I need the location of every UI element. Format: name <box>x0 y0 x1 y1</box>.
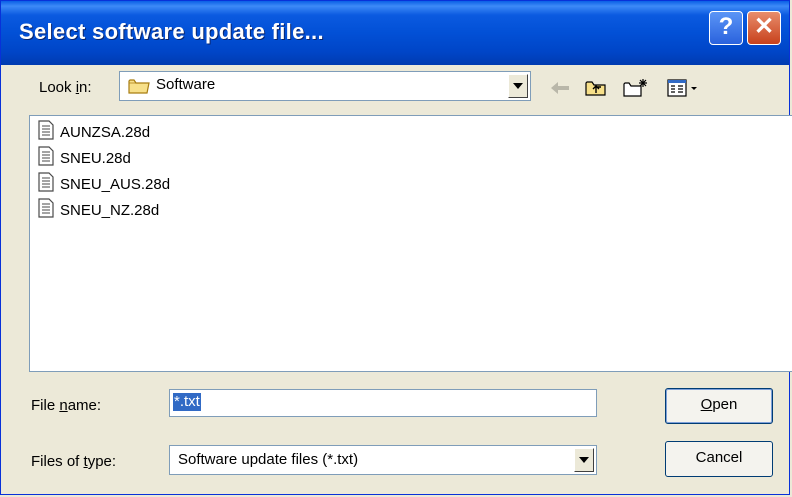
file-name: SNEU.28d <box>60 149 131 167</box>
file-name-input[interactable]: *.txt <box>169 389 597 417</box>
file-item-sneu[interactable]: SNEU.28d <box>38 146 131 170</box>
new-folder-icon[interactable] <box>623 75 649 101</box>
file-type-dropdown[interactable]: Software update files (*.txt) <box>169 445 597 475</box>
file-item-aunzsa[interactable]: AUNZSA.28d <box>38 120 151 144</box>
file-name-label-accel: n <box>59 397 68 414</box>
back-icon[interactable] <box>547 75 573 101</box>
open-button-label: pen <box>712 396 738 413</box>
look-in-label-pre: Look <box>39 79 76 96</box>
file-name: SNEU_NZ.28d <box>60 201 160 219</box>
open-button-accel: O <box>700 396 713 413</box>
look-in-label-post: n: <box>79 79 92 96</box>
file-item-sneu-nz[interactable]: SNEU_NZ.28d <box>38 198 160 222</box>
document-icon <box>38 198 54 222</box>
folder-icon <box>128 77 150 100</box>
file-dialog: Select software update file... ? ✕ Look … <box>0 0 792 495</box>
document-icon <box>38 172 54 196</box>
title-bar[interactable]: Select software update file... ? ✕ <box>1 1 789 65</box>
file-name-label: File name: <box>31 397 101 414</box>
file-type-label: Files of type: <box>31 453 116 470</box>
file-name-value: *.txt <box>173 393 201 411</box>
file-type-label-post: ype: <box>87 453 117 470</box>
look-in-value: Software <box>156 76 216 93</box>
cancel-button[interactable]: Cancel <box>665 441 773 477</box>
file-list[interactable]: AUNZSA.28d SNEU.28d SNEU_AUS.28d SNEU_NZ… <box>29 115 792 372</box>
file-name-label-post: ame: <box>67 397 102 414</box>
file-type-dropdown-arrow[interactable] <box>574 448 594 472</box>
file-name-label-pre: File <box>31 397 60 414</box>
help-button[interactable]: ? <box>709 11 743 45</box>
look-in-label: Look in: <box>39 79 92 96</box>
file-item-sneu-aus[interactable]: SNEU_AUS.28d <box>38 172 171 196</box>
document-icon <box>38 146 54 170</box>
open-button[interactable]: Open <box>665 388 773 424</box>
look-in-dropdown[interactable]: Software <box>119 71 531 101</box>
file-name: AUNZSA.28d <box>60 123 151 141</box>
close-button[interactable]: ✕ <box>747 11 781 45</box>
file-type-value: Software update files (*.txt) <box>178 451 359 468</box>
view-menu-icon[interactable] <box>665 75 705 101</box>
look-in-dropdown-arrow[interactable] <box>508 74 528 98</box>
document-icon <box>38 120 54 144</box>
up-folder-icon[interactable] <box>583 75 609 101</box>
window-title: Select software update file... <box>19 19 324 44</box>
file-name: SNEU_AUS.28d <box>60 175 171 193</box>
file-type-label-pre: Files of <box>31 453 84 470</box>
